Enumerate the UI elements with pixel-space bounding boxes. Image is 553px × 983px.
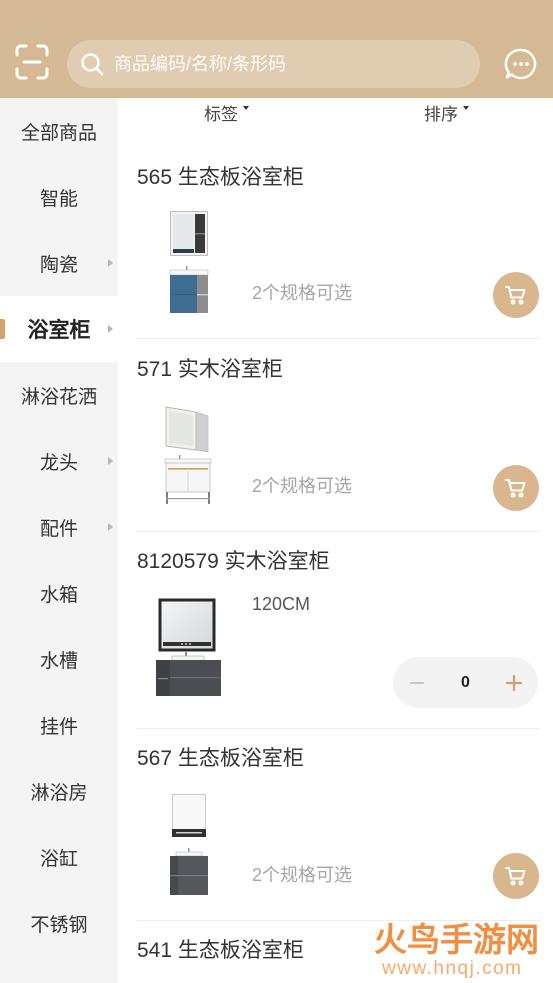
product-card[interactable]: 541 生态板浴室柜 xyxy=(137,921,540,983)
sidebar-item-label: 不锈钢 xyxy=(30,914,88,936)
spec-options-text: 2个规格可选 xyxy=(252,865,353,885)
tag-filter-dropdown[interactable]: 标签 xyxy=(204,98,249,126)
chat-bubble-icon xyxy=(504,48,537,80)
sidebar-item-water-tank[interactable]: 水箱 xyxy=(0,560,118,626)
product-title: 565 生态板浴室柜 xyxy=(137,166,304,189)
product-card[interactable]: 565 生态板浴室柜 2个规格可选 xyxy=(137,148,540,339)
search-bar[interactable] xyxy=(67,40,480,88)
sidebar-item-bathroom-cabinet[interactable]: 浴室柜 xyxy=(0,296,118,362)
sidebar-item-label: 配件 xyxy=(39,518,78,540)
minus-icon xyxy=(410,681,425,684)
spec-options-text: 2个规格可选 xyxy=(252,476,353,496)
product-title: 8120579 实木浴室柜 xyxy=(137,550,330,573)
sidebar-item-shower-room[interactable]: 淋浴房 xyxy=(0,758,118,824)
sidebar-item-hardware[interactable]: 挂件 xyxy=(0,692,118,758)
sidebar-item-label: 淋浴花洒 xyxy=(20,386,97,408)
caret-down-icon xyxy=(243,106,249,110)
sidebar-item-label: 淋浴房 xyxy=(30,782,88,804)
caret-right-icon xyxy=(108,523,113,531)
sidebar-item-label: 水箱 xyxy=(39,584,78,606)
product-card[interactable]: 8120579 实木浴室柜 120CM 0 xyxy=(137,532,540,729)
product-card[interactable]: 567 生态板浴室柜 2个规格可选 xyxy=(137,729,540,921)
size-text: 120CM xyxy=(252,594,311,614)
sidebar-item-ceramics[interactable]: 陶瓷 xyxy=(0,230,118,296)
tag-filter-label: 标签 xyxy=(204,104,238,124)
sidebar-item-label: 浴室柜 xyxy=(27,319,91,342)
product-image xyxy=(164,406,212,504)
sidebar-item-label: 水槽 xyxy=(39,650,78,672)
sidebar-item-label: 智能 xyxy=(39,188,78,210)
sidebar-item-smart[interactable]: 智能 xyxy=(0,164,118,230)
spec-options-text: 2个规格可选 xyxy=(252,283,353,303)
caret-down-icon xyxy=(463,106,469,110)
product-image xyxy=(170,794,208,895)
plus-icon xyxy=(505,674,522,691)
scan-icon xyxy=(15,44,49,80)
add-to-cart-button[interactable] xyxy=(493,465,539,511)
sidebar-item-label: 陶瓷 xyxy=(39,254,78,276)
sidebar-item-label: 全部商品 xyxy=(20,122,97,144)
product-image xyxy=(169,211,209,313)
caret-right-icon xyxy=(108,325,113,333)
search-input[interactable] xyxy=(114,53,464,75)
add-to-cart-button[interactable] xyxy=(493,272,539,318)
sidebar-item-stainless-steel[interactable]: 不锈钢 xyxy=(0,890,118,956)
quantity-value[interactable]: 0 xyxy=(461,674,470,692)
product-image xyxy=(156,598,221,696)
sidebar-item-label: 挂件 xyxy=(39,716,78,738)
product-card[interactable]: 571 实木浴室柜 2个规格可选 xyxy=(137,340,540,532)
sidebar-item-label: 龙头 xyxy=(39,452,78,474)
category-sidebar: 全部商品 智能 陶瓷 浴室柜 淋浴花洒 龙头 配件 水箱 水槽 挂件 淋浴房 浴… xyxy=(0,98,118,983)
caret-right-icon xyxy=(108,259,113,267)
sort-label: 排序 xyxy=(424,104,458,124)
cart-icon xyxy=(505,479,526,498)
message-button[interactable] xyxy=(504,47,538,81)
top-header xyxy=(0,0,553,98)
increment-button[interactable] xyxy=(490,657,538,708)
add-to-cart-button[interactable] xyxy=(493,853,539,899)
cart-icon xyxy=(505,286,526,305)
sidebar-item-all[interactable]: 全部商品 xyxy=(0,98,118,164)
sidebar-item-label: 浴缸 xyxy=(39,848,78,870)
selected-marker xyxy=(0,319,5,339)
sidebar-item-sink[interactable]: 水槽 xyxy=(0,626,118,692)
quantity-stepper: 0 xyxy=(393,657,538,708)
decrement-button[interactable] xyxy=(393,657,441,708)
product-title: 571 实木浴室柜 xyxy=(137,358,283,381)
product-title: 567 生态板浴室柜 xyxy=(137,747,304,770)
scan-button[interactable] xyxy=(15,44,49,80)
sidebar-item-bathtub[interactable]: 浴缸 xyxy=(0,824,118,890)
sidebar-item-shower[interactable]: 淋浴花洒 xyxy=(0,362,118,428)
cart-icon xyxy=(505,867,526,886)
sidebar-item-accessories[interactable]: 配件 xyxy=(0,494,118,560)
caret-right-icon xyxy=(108,457,113,465)
product-title: 541 生态板浴室柜 xyxy=(137,939,304,962)
sort-dropdown[interactable]: 排序 xyxy=(424,98,469,126)
search-icon xyxy=(81,53,104,76)
sidebar-item-faucet[interactable]: 龙头 xyxy=(0,428,118,494)
